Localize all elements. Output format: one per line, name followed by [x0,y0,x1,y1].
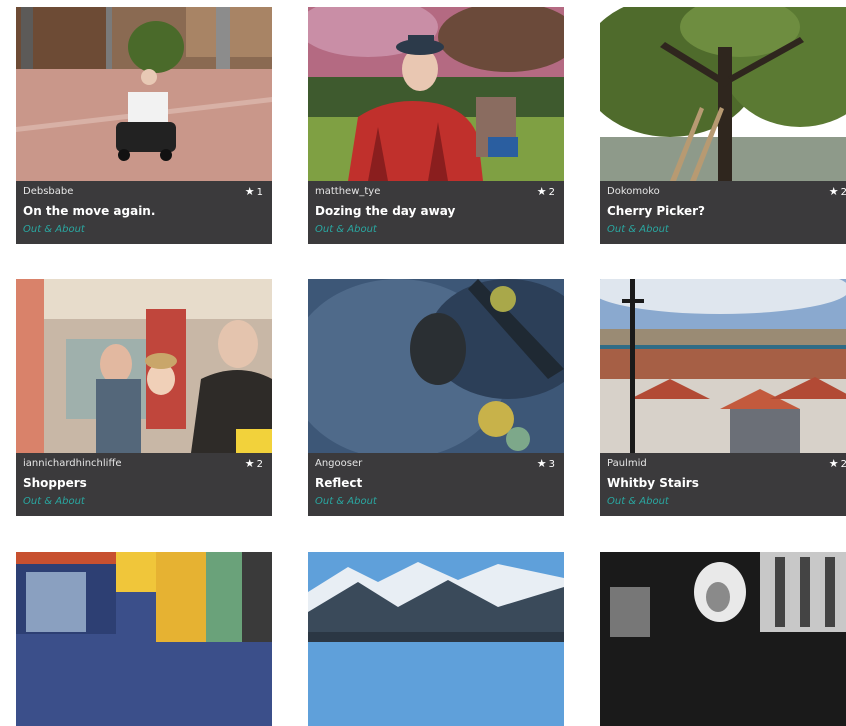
star-count[interactable]: ★ 2 [245,457,263,470]
star-count-value: 2 [840,187,846,198]
star-icon: ★ [536,185,547,198]
photo-thumbnail[interactable] [600,552,846,726]
photo-card[interactable] [308,552,564,726]
photo-card[interactable]: Paulmid ★ 2 Whitby Stairs Out & About [600,279,846,516]
photo-card[interactable]: Dokomoko ★ 2 Cherry Picker? Out & About [600,7,846,244]
star-count[interactable]: ★ 2 [829,185,846,198]
photo-info: Angooser ★ 3 Reflect Out & About [308,453,564,516]
photo-card[interactable] [16,552,272,726]
photo-category[interactable]: Out & About [607,496,669,507]
photo-title[interactable]: On the move again. [23,204,155,218]
star-count-value: 2 [256,459,263,470]
photo-author[interactable]: matthew_tye [315,186,380,197]
photo-card[interactable]: iannichardhinchliffe ★ 2 Shoppers Out & A… [16,279,272,516]
photo-thumbnail[interactable] [600,7,846,181]
photo-title[interactable]: Reflect [315,476,362,490]
photo-info: matthew_tye ★ 2 Dozing the day away Out &… [308,181,564,244]
photo-author[interactable]: Paulmid [607,458,647,469]
star-count-value: 1 [256,187,263,198]
star-count-value: 3 [548,459,555,470]
photo-card[interactable]: Angooser ★ 3 Reflect Out & About [308,279,564,516]
photo-thumbnail[interactable] [16,279,272,453]
photo-author[interactable]: Angooser [315,458,362,469]
photo-thumbnail[interactable] [308,7,564,181]
photo-category[interactable]: Out & About [315,496,377,507]
photo-category[interactable]: Out & About [23,496,85,507]
photo-title[interactable]: Cherry Picker? [607,204,705,218]
photo-category[interactable]: Out & About [23,224,85,235]
star-count[interactable]: ★ 2 [829,457,846,470]
star-icon: ★ [828,457,839,470]
photo-author[interactable]: Debsbabe [23,186,73,197]
photo-category[interactable]: Out & About [607,224,669,235]
photo-category[interactable]: Out & About [315,224,377,235]
star-count[interactable]: ★ 1 [245,185,263,198]
star-count[interactable]: ★ 2 [537,185,555,198]
photo-thumbnail[interactable] [308,552,564,726]
photo-card[interactable] [600,552,846,726]
photo-thumbnail[interactable] [16,552,272,726]
photo-author[interactable]: iannichardhinchliffe [23,458,122,469]
photo-title[interactable]: Dozing the day away [315,204,455,218]
star-icon: ★ [244,185,255,198]
photo-title[interactable]: Whitby Stairs [607,476,699,490]
photo-thumbnail[interactable] [16,7,272,181]
star-count-value: 2 [548,187,555,198]
photo-title[interactable]: Shoppers [23,476,87,490]
photo-thumbnail[interactable] [308,279,564,453]
photo-info: Dokomoko ★ 2 Cherry Picker? Out & About [600,181,846,244]
photo-thumbnail[interactable] [600,279,846,453]
star-count[interactable]: ★ 3 [537,457,555,470]
photo-info: iannichardhinchliffe ★ 2 Shoppers Out & A… [16,453,272,516]
star-icon: ★ [536,457,547,470]
photo-info: Debsbabe ★ 1 On the move again. Out & Abo… [16,181,272,244]
photo-info: Paulmid ★ 2 Whitby Stairs Out & About [600,453,846,516]
photo-author[interactable]: Dokomoko [607,186,660,197]
photo-card[interactable]: Debsbabe ★ 1 On the move again. Out & Abo… [16,7,272,244]
photo-card[interactable]: matthew_tye ★ 2 Dozing the day away Out &… [308,7,564,244]
star-icon: ★ [828,185,839,198]
star-icon: ★ [244,457,255,470]
star-count-value: 2 [840,459,846,470]
